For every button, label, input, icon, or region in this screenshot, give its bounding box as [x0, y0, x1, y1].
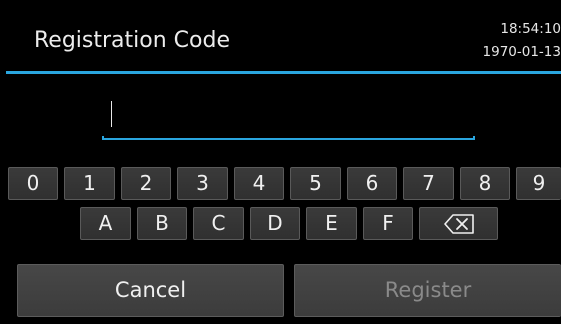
register-button[interactable]: Register [294, 264, 561, 317]
key-d[interactable]: D [250, 207, 300, 240]
key-6[interactable]: 6 [347, 167, 397, 200]
text-caret [111, 101, 112, 127]
page-title: Registration Code [34, 28, 230, 53]
key-2[interactable]: 2 [121, 167, 171, 200]
key-5[interactable]: 5 [290, 167, 341, 200]
key-9[interactable]: 9 [516, 167, 561, 200]
registration-code-field[interactable] [102, 95, 475, 140]
backspace-key[interactable] [419, 207, 498, 240]
key-c[interactable]: C [193, 207, 244, 240]
registration-screen: Registration Code 18:54:10 1970-01-13 0 … [0, 0, 561, 324]
key-3[interactable]: 3 [177, 167, 228, 200]
clock-time: 18:54:10 [500, 21, 561, 37]
header: Registration Code 18:54:10 1970-01-13 [0, 0, 561, 71]
key-8[interactable]: 8 [460, 167, 510, 200]
key-e[interactable]: E [306, 207, 357, 240]
key-7[interactable]: 7 [403, 167, 454, 200]
field-underline [102, 136, 475, 140]
key-a[interactable]: A [80, 207, 131, 240]
key-f[interactable]: F [363, 207, 413, 240]
cancel-button[interactable]: Cancel [17, 264, 284, 317]
key-0[interactable]: 0 [8, 167, 58, 200]
key-b[interactable]: B [137, 207, 187, 240]
clock: 18:54:10 1970-01-13 [441, 18, 561, 64]
key-4[interactable]: 4 [234, 167, 284, 200]
backspace-icon [443, 214, 474, 234]
key-1[interactable]: 1 [64, 167, 115, 200]
clock-date: 1970-01-13 [482, 44, 561, 60]
